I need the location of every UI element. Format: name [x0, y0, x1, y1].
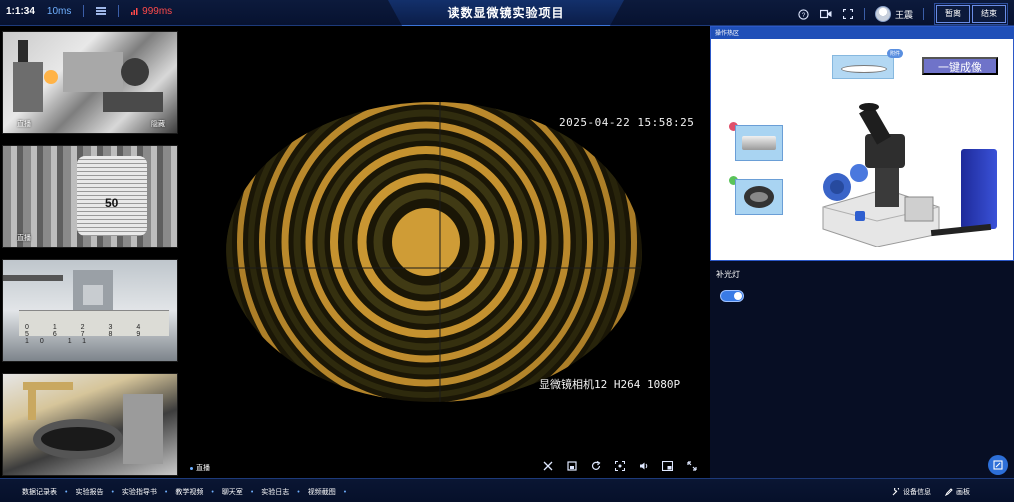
sketchpad-button[interactable]: 画板 [945, 487, 970, 497]
link-experiment-log[interactable]: 实验日志 [261, 487, 307, 497]
live-dot-icon [190, 466, 193, 470]
avatar[interactable] [874, 6, 891, 22]
dial-number: 50 [105, 196, 119, 210]
session-buttons: 暂离 结束 [934, 3, 1008, 25]
divider [923, 8, 924, 20]
username: 王震 [894, 9, 913, 20]
edit-panel-icon [993, 460, 1003, 470]
camera-thumbnail-list: 直播 隐藏 50 直播 0 1 2 3 4 5 6 7 8 9 10 11 [0, 26, 184, 478]
fullscreen-icon[interactable] [842, 8, 854, 20]
component-hotspot-1[interactable] [735, 125, 783, 161]
pencil-icon [945, 488, 953, 496]
lens-ring-image [33, 419, 123, 459]
end-button[interactable]: 结束 [972, 5, 1006, 23]
video-timestamp: 2025-04-22 15:58:25 [559, 116, 695, 129]
device-info-button[interactable]: 设备信息 [892, 487, 931, 497]
right-panel: 操作热区 附件 一键成像 补光灯 [710, 26, 1014, 478]
floating-action-button[interactable] [988, 455, 1008, 475]
help-icon[interactable]: ? [798, 8, 810, 20]
svg-text:?: ? [802, 11, 806, 18]
link-experiment-guide[interactable]: 实验指导书 [122, 487, 175, 497]
live-label: 直播 [196, 465, 210, 472]
ops-panel-title: 操作热区 [715, 31, 740, 37]
expand-icon[interactable] [686, 460, 697, 471]
camera-thumbnail[interactable]: 0 1 2 3 4 5 6 7 8 9 10 11 [2, 259, 178, 362]
divider [118, 5, 120, 17]
component-image [744, 186, 774, 208]
divider [863, 8, 865, 20]
interference-fringe-image [226, 102, 642, 402]
ops-panel-header: 操作热区 [711, 27, 1014, 39]
microscope-model-image[interactable] [815, 99, 941, 247]
link-chat-room[interactable]: 聊天室 [222, 487, 261, 497]
camera-label: 显微镜相机12 H264 1080P [539, 378, 681, 391]
lens-accessory-tag: 附件 [887, 49, 904, 58]
sketchpad-label: 画板 [956, 489, 970, 496]
refresh-icon[interactable] [590, 460, 601, 471]
link-experiment-report[interactable]: 实验报告 [75, 487, 121, 497]
camera-thumbnail[interactable] [2, 373, 178, 476]
record-icon[interactable] [819, 8, 832, 20]
menu-icon[interactable] [96, 7, 107, 15]
fill-light-toggle[interactable] [720, 290, 744, 302]
operation-hotspot-panel: 操作热区 附件 一键成像 [710, 26, 1014, 261]
bottom-right-actions: 设备信息 画板 [892, 487, 970, 497]
signal-readout: 999ms [131, 6, 172, 17]
volume-icon[interactable] [638, 460, 649, 471]
header-actions: ? 王震 暂离 结束 [798, 3, 1008, 25]
thumbnail-hide-label[interactable]: 隐藏 [151, 119, 165, 129]
device-info-label: 设备信息 [903, 489, 931, 496]
component-image [742, 136, 776, 150]
tools-icon[interactable] [542, 460, 553, 471]
top-header: 1:1:34 10ms 999ms 读数显微镜实验项目 ? 王震 暂离 结束 [0, 0, 1014, 26]
bottom-nav-bar: 数据记录表 实验报告 实验指导书 教学视频 聊天室 实验日志 视频截图 设备信息… [0, 478, 1014, 502]
link-video-screenshot[interactable]: 视频截图 [308, 487, 354, 497]
toggle-knob [734, 292, 742, 300]
link-data-record-sheet[interactable]: 数据记录表 [22, 487, 75, 497]
main-video-feed[interactable]: 2025-04-22 15:58:25 显微镜相机12 H264 1080P 直… [184, 26, 710, 478]
app-root: 1:1:34 10ms 999ms 读数显微镜实验项目 ? 王震 暂离 结束 直… [0, 0, 1014, 502]
focus-icon[interactable] [614, 460, 625, 471]
snapshot-icon[interactable] [566, 460, 577, 471]
title-banner: 读数显微镜实验项目 [388, 0, 624, 26]
pause-leave-button[interactable]: 暂离 [936, 5, 970, 23]
header-status-group: 1:1:34 10ms 999ms [6, 5, 172, 17]
wrench-icon [892, 488, 900, 496]
ruler-numbers: 0 1 2 3 4 5 6 7 8 9 10 11 [25, 324, 152, 345]
light-source-box-image[interactable] [961, 149, 997, 229]
camera-thumbnail[interactable]: 50 直播 [2, 145, 178, 248]
latency-readout: 10ms [46, 5, 72, 17]
video-toolbar [542, 460, 697, 471]
thumbnail-live-label: 直播 [17, 235, 31, 242]
page-title: 读数显微镜实验项目 [447, 6, 565, 20]
signal-value: 999ms [142, 5, 173, 17]
link-teaching-video[interactable]: 教学视频 [175, 487, 221, 497]
bottom-links: 数据记录表 实验报告 实验指导书 教学视频 聊天室 实验日志 视频截图 [22, 487, 354, 497]
lens-accessory-hotspot[interactable] [832, 55, 894, 79]
session-timer: 1:1:34 [6, 5, 35, 17]
divider [83, 5, 85, 17]
thumbnail-live-label: 直播 [17, 121, 31, 128]
signal-icon [131, 7, 138, 15]
fill-light-label: 补光灯 [716, 270, 740, 279]
camera-thumbnail[interactable]: 直播 隐藏 [2, 31, 178, 134]
one-key-imaging-button[interactable]: 一键成像 [922, 57, 998, 75]
picture-in-picture-icon[interactable] [662, 460, 673, 471]
component-hotspot-2[interactable] [735, 179, 783, 215]
live-indicator: 直播 [190, 463, 210, 473]
